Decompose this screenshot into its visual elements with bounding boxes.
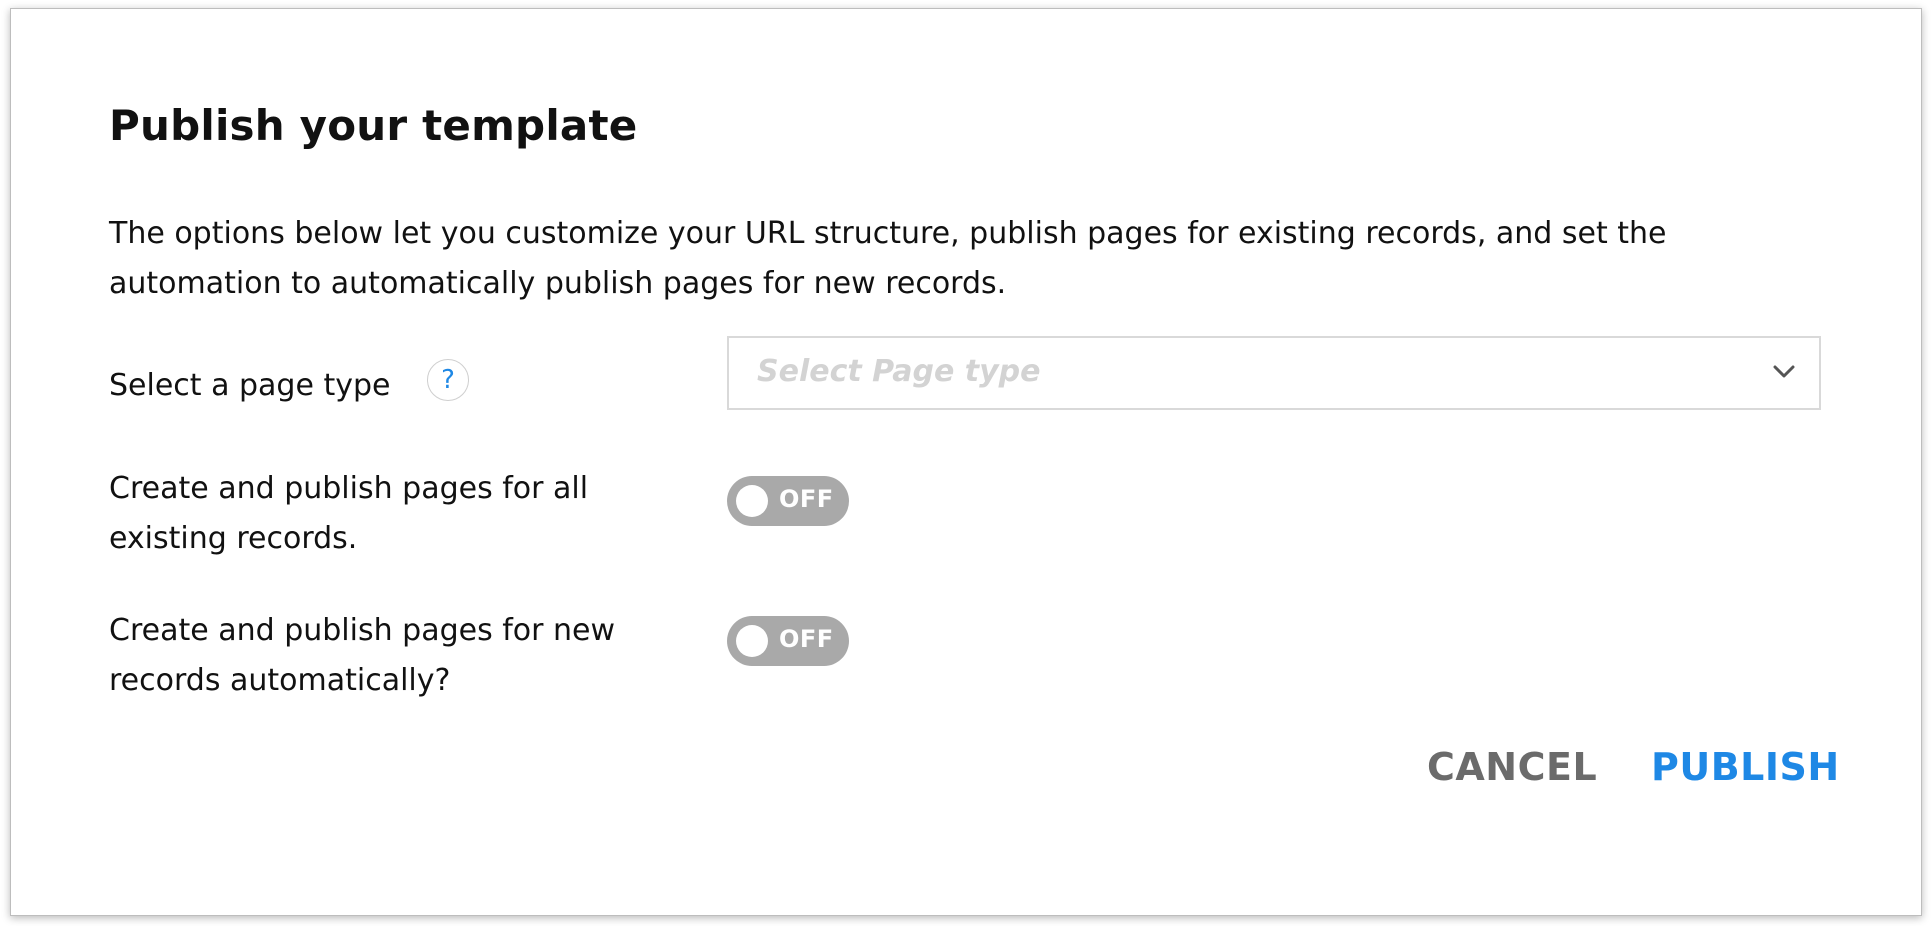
help-icon[interactable]: ? <box>427 359 469 401</box>
toggle-knob <box>736 485 768 517</box>
new-records-label-line1: Create and publish pages for new <box>109 613 616 648</box>
page-type-label: Select a page type <box>109 361 390 411</box>
dialog-description: The options below let you customize your… <box>109 216 1667 301</box>
toggle-knob <box>736 625 768 657</box>
page-type-placeholder: Select Page type <box>757 354 1041 389</box>
existing-records-label-line1: Create and publish pages for all <box>109 471 589 506</box>
toggle-state-text: OFF <box>779 485 834 513</box>
page-type-label-text: Select a page type <box>109 368 391 403</box>
page-type-select[interactable]: Select Page type <box>727 336 1821 410</box>
dialog-title: Publish your template <box>109 101 638 150</box>
existing-records-label-line2: existing records. <box>109 521 358 556</box>
new-records-label-line2: records automatically? <box>109 663 451 698</box>
new-records-toggle[interactable]: OFF <box>727 616 849 666</box>
question-mark-glyph: ? <box>441 365 455 395</box>
new-records-label: Create and publish pages for new records… <box>109 606 615 706</box>
publish-dialog: Publish your template The options below … <box>10 8 1922 916</box>
existing-records-label: Create and publish pages for all existin… <box>109 464 588 564</box>
cancel-button[interactable]: CANCEL <box>1427 745 1597 789</box>
existing-records-toggle[interactable]: OFF <box>727 476 849 526</box>
publish-button[interactable]: PUBLISH <box>1651 745 1840 789</box>
toggle-state-text: OFF <box>779 625 834 653</box>
chevron-down-icon <box>1773 365 1795 378</box>
